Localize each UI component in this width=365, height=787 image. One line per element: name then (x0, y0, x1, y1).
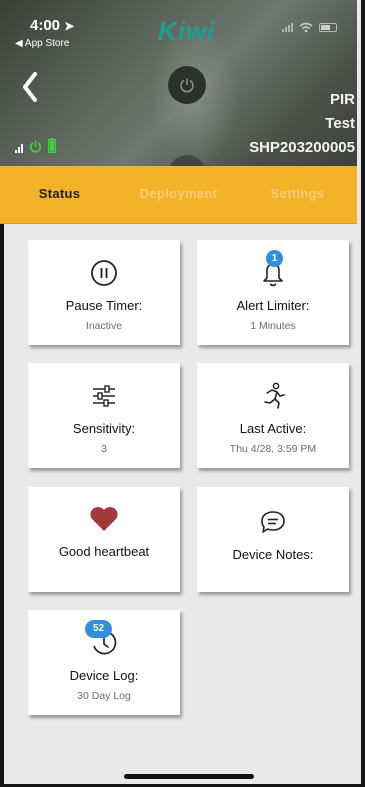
device-status-icons (15, 138, 56, 153)
device-log-card[interactable]: 52 Device Log: 30 Day Log (28, 610, 180, 715)
last-active-title: Last Active: (239, 421, 307, 436)
device-battery-icon (48, 138, 56, 153)
speech-bubble-icon (261, 511, 285, 533)
device-signal-icon (15, 144, 23, 153)
device-notes-card[interactable]: Device Notes: (197, 487, 349, 592)
tab-deployment[interactable]: Deployment (119, 166, 238, 223)
pause-timer-title: Pause Timer: (65, 298, 143, 313)
sensitivity-value: 3 (101, 443, 107, 455)
alert-limiter-card[interactable]: 1 Alert Limiter: 1 Minutes (197, 240, 349, 345)
back-to-app-link[interactable]: ◀ App Store (15, 38, 69, 49)
last-active-value: Thu 4/28, 3:59 PM (229, 443, 317, 455)
device-type: PIR (329, 91, 355, 108)
device-power-icon (29, 140, 42, 153)
heart-icon (90, 507, 118, 531)
system-status-icons (282, 22, 337, 33)
wifi-icon (299, 22, 313, 33)
tab-settings[interactable]: Settings (238, 166, 357, 223)
power-button[interactable] (168, 66, 206, 104)
status-time: 4:00 ➤ (30, 17, 75, 34)
pause-timer-value: Inactive (85, 320, 123, 332)
home-indicator[interactable] (124, 774, 254, 779)
pause-icon-wrap (28, 258, 180, 288)
alert-limiter-value: 1 Minutes (250, 320, 296, 332)
power-icon (180, 78, 194, 93)
device-log-value: 30 Day Log (77, 690, 131, 702)
last-active-card[interactable]: Last Active: Thu 4/28, 3:59 PM (197, 363, 349, 468)
battery-icon (319, 23, 337, 32)
device-log-badge: 52 (85, 620, 112, 638)
device-header: 4:00 ➤ ◀ App Store Kiwi PIR Test SHP2032… (0, 0, 357, 166)
sensitivity-title: Sensitivity: (72, 421, 136, 436)
pause-timer-card[interactable]: Pause Timer: Inactive (28, 240, 180, 345)
sliders-icon-wrap (28, 381, 180, 411)
speech-bubble-icon-wrap (197, 507, 349, 537)
running-icon (264, 382, 285, 409)
back-chevron-icon[interactable] (20, 70, 40, 104)
tab-bar: Status Deployment Settings (0, 166, 357, 224)
device-name: Test (325, 115, 355, 132)
device-notes-title: Device Notes: (232, 547, 314, 562)
tab-status[interactable]: Status (0, 166, 119, 223)
sliders-icon (93, 385, 115, 407)
sensitivity-card[interactable]: Sensitivity: 3 (28, 363, 180, 468)
heart-icon-wrap (28, 504, 180, 534)
cell-signal-icon (282, 23, 293, 32)
heartbeat-title: Good heartbeat (58, 544, 150, 559)
alert-limiter-title: Alert Limiter: (236, 298, 310, 313)
pause-icon (91, 260, 117, 286)
device-log-title: Device Log: (69, 668, 139, 683)
device-serial: SHP203200005 (249, 139, 355, 156)
running-icon-wrap (197, 381, 349, 411)
brand-logo: Kiwi (158, 16, 216, 46)
location-arrow-icon: ➤ (64, 19, 75, 33)
alert-limiter-badge: 1 (266, 250, 283, 267)
heartbeat-card[interactable]: Good heartbeat (28, 487, 180, 592)
